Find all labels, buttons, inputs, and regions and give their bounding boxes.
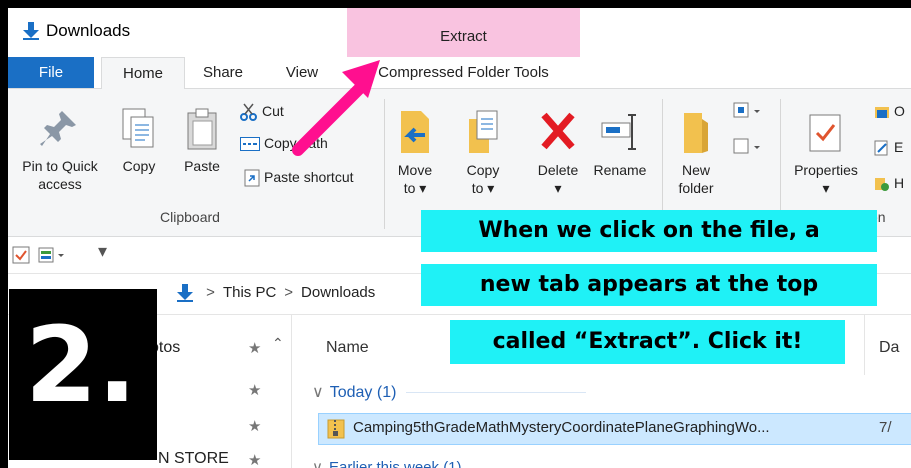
scroll-up-icon[interactable]: ⌃ bbox=[272, 335, 284, 352]
open-label: O bbox=[894, 103, 905, 119]
copy-to-icon bbox=[469, 110, 498, 153]
properties-check-icon[interactable] bbox=[12, 246, 30, 269]
edit-icon bbox=[874, 140, 888, 156]
new-folder-label-2: folder bbox=[678, 180, 714, 196]
paste-shortcut-button[interactable]: Paste shortcut bbox=[244, 169, 354, 187]
new-folder-icon bbox=[684, 113, 708, 153]
rename-button[interactable]: Rename bbox=[589, 109, 651, 179]
easy-access-icon bbox=[733, 138, 760, 154]
properties-dropdown-arrow: ▾ bbox=[822, 180, 830, 196]
history-label: H bbox=[894, 175, 905, 191]
callout-line-1: When we click on the file, a bbox=[421, 210, 877, 252]
delete-icon bbox=[541, 112, 575, 150]
chevron-down-icon: ∨ bbox=[312, 384, 324, 401]
delete-button[interactable]: Delete ▾ bbox=[528, 109, 588, 197]
breadcrumb-this-pc[interactable]: This PC bbox=[223, 284, 276, 301]
properties-button[interactable]: Properties ▾ bbox=[786, 109, 866, 197]
chevron-down-icon: ∨ bbox=[312, 459, 323, 468]
group-earlier-label: Earlier this week (1) bbox=[328, 459, 462, 468]
edit-button[interactable]: E bbox=[874, 139, 903, 156]
pin-icon: ★ bbox=[248, 452, 262, 468]
column-header-date[interactable]: Da bbox=[879, 339, 899, 357]
history-icon bbox=[875, 178, 889, 192]
move-to-label-1: Move bbox=[397, 162, 433, 178]
cut-label: Cut bbox=[262, 103, 284, 119]
pin-icon: ★ bbox=[248, 418, 262, 435]
group-divider bbox=[406, 392, 587, 394]
file-name: Camping5thGradeMathMysteryCoordinatePlan… bbox=[353, 419, 770, 436]
pin-icon bbox=[40, 111, 76, 146]
tab-file[interactable]: File bbox=[8, 57, 94, 88]
extract-label: Extract bbox=[440, 28, 487, 45]
downloads-icon bbox=[22, 22, 40, 45]
step-number: 2. bbox=[25, 304, 137, 426]
copy-button[interactable]: Copy bbox=[115, 107, 163, 175]
group-header-today[interactable]: ∨ Today (1) bbox=[312, 382, 587, 402]
callout-line-2: new tab appears at the top bbox=[421, 264, 877, 306]
scissors-icon bbox=[240, 103, 257, 122]
delete-dropdown-arrow: ▾ bbox=[554, 180, 562, 196]
pin-icon: ★ bbox=[248, 382, 262, 399]
column-header-name[interactable]: Name bbox=[326, 339, 369, 357]
group-header-earlier[interactable]: ∨ Earlier this week (1) bbox=[312, 458, 462, 468]
group-today-label: Today (1) bbox=[329, 384, 397, 401]
file-date: 7/ bbox=[879, 419, 892, 436]
breadcrumb-separator: > bbox=[206, 284, 215, 301]
delete-label: Delete bbox=[537, 162, 579, 178]
address-bar[interactable]: > This PC > Downloads bbox=[176, 277, 375, 309]
breadcrumb-downloads[interactable]: Downloads bbox=[301, 284, 375, 301]
zip-folder-icon bbox=[327, 419, 345, 444]
column-separator bbox=[864, 315, 865, 375]
history-button[interactable]: H bbox=[874, 175, 904, 192]
window-title: Downloads bbox=[46, 21, 131, 40]
edit-label: E bbox=[894, 139, 904, 155]
step-number-badge: 2. bbox=[9, 289, 157, 460]
callout-line-3: called “Extract”. Click it! bbox=[450, 320, 845, 364]
move-to-icon bbox=[401, 111, 429, 153]
clipboard-group-label: Clipboard bbox=[160, 209, 220, 225]
copy-to-button[interactable]: Copy to ▾ bbox=[460, 109, 506, 197]
easy-access-button[interactable] bbox=[732, 137, 766, 157]
nav-item-store[interactable]: N STORE bbox=[158, 450, 229, 468]
downloads-folder-icon bbox=[177, 284, 193, 303]
paste-shortcut-label: Paste shortcut bbox=[264, 169, 354, 185]
copy-path-icon bbox=[240, 137, 260, 152]
paste-icon bbox=[187, 108, 217, 150]
pink-arrow bbox=[292, 60, 380, 156]
pin-icon: ★ bbox=[248, 340, 262, 357]
move-to-label-2: to ▾ bbox=[403, 180, 427, 196]
rename-label: Rename bbox=[593, 162, 647, 178]
table-row[interactable]: Camping5thGradeMathMysteryCoordinatePlan… bbox=[318, 413, 911, 445]
rename-icon bbox=[601, 114, 636, 150]
properties-icon bbox=[809, 114, 841, 152]
pin-label-2: access bbox=[38, 176, 82, 192]
pin-label-1: Pin to Quick bbox=[22, 158, 98, 174]
new-folder-button[interactable]: New folder bbox=[670, 109, 722, 197]
qat-new-folder-icon[interactable] bbox=[38, 246, 68, 269]
tab-home[interactable]: Home bbox=[101, 57, 185, 90]
copy-label: Copy bbox=[122, 158, 156, 174]
breadcrumb-separator: > bbox=[284, 284, 294, 301]
new-item-icon bbox=[733, 102, 760, 118]
open-icon bbox=[875, 107, 889, 119]
properties-label: Properties bbox=[794, 162, 858, 178]
screenshot-frame: Downloads Extract File Home Share View C… bbox=[0, 0, 911, 468]
pin-to-quick-access-button[interactable]: Pin to Quick access bbox=[8, 107, 112, 193]
new-item-button[interactable] bbox=[732, 101, 766, 121]
title-bar: Downloads Extract bbox=[8, 8, 911, 57]
paste-shortcut-icon bbox=[244, 169, 260, 187]
cut-button[interactable]: Cut bbox=[240, 103, 284, 122]
new-folder-label-1: New bbox=[681, 162, 710, 178]
open-button[interactable]: O bbox=[874, 103, 905, 120]
paste-button[interactable]: Paste bbox=[174, 107, 230, 175]
tab-share[interactable]: Share bbox=[186, 57, 260, 88]
copy-to-label-2: to ▾ bbox=[471, 180, 495, 196]
copy-to-label-1: Copy bbox=[466, 162, 500, 178]
copy-icon bbox=[122, 108, 154, 148]
paste-label: Paste bbox=[184, 158, 220, 174]
ribbon-tabs: File Home Share View Compressed Folder T… bbox=[8, 57, 911, 90]
customize-qat-icon[interactable]: ▾ bbox=[98, 241, 107, 262]
